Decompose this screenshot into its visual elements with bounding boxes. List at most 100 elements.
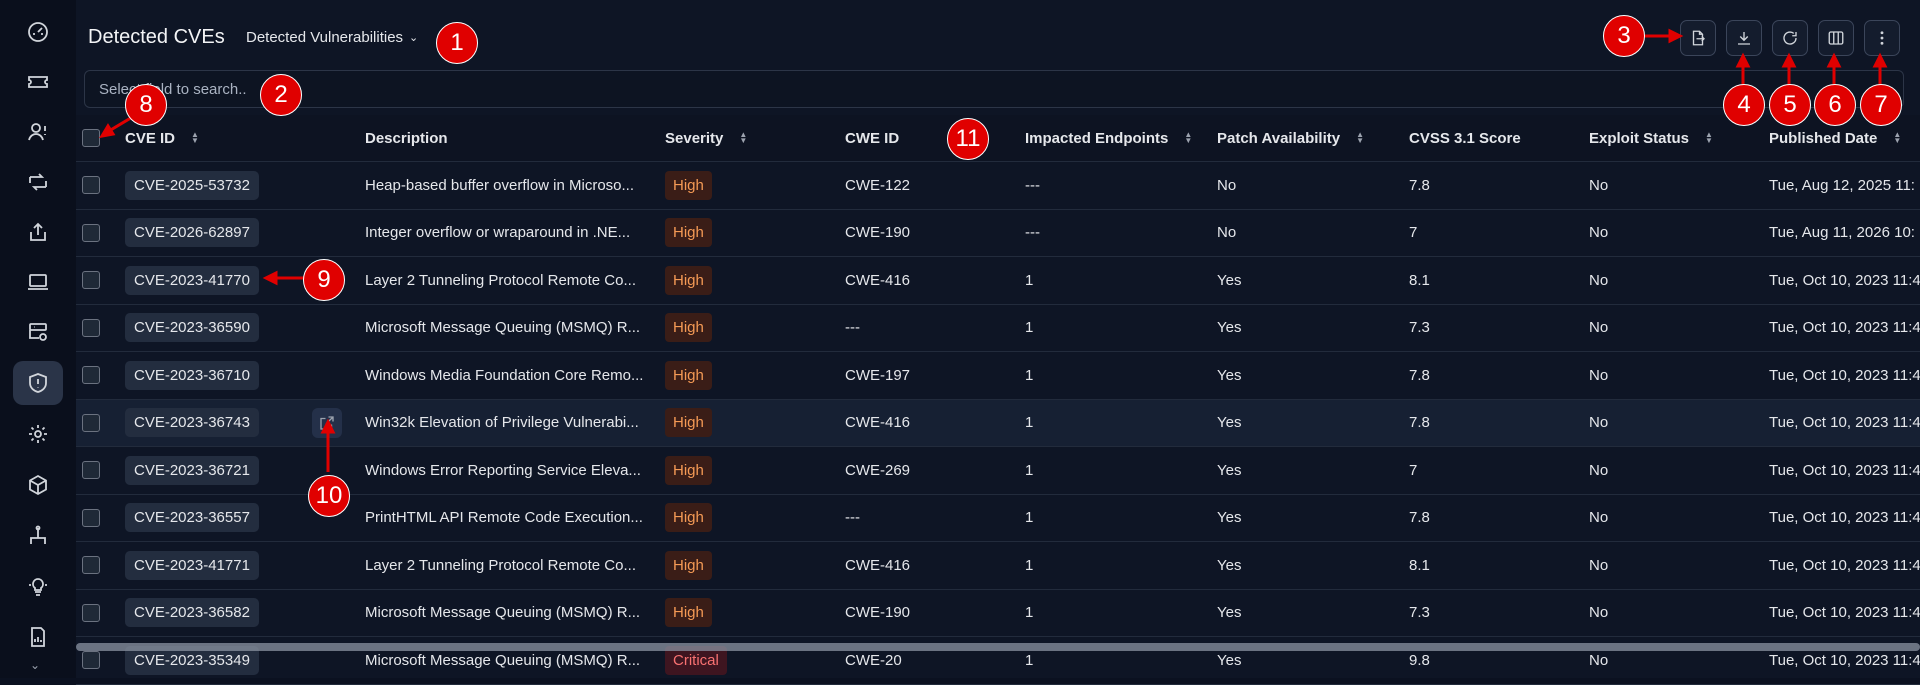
impacted-endpoints-cell: ---: [1025, 210, 1040, 257]
row-checkbox[interactable]: [82, 603, 100, 622]
open-external-icon[interactable]: [312, 407, 342, 438]
patch-availability-cell: Yes: [1217, 590, 1241, 637]
sync-icon[interactable]: [13, 160, 63, 204]
impacted-endpoints-cell-text: 1: [1025, 461, 1034, 479]
exploit-status-cell-text: No: [1589, 224, 1609, 242]
report-icon[interactable]: [13, 615, 63, 659]
row-checkbox-cell[interactable]: [82, 590, 100, 637]
row-checkbox-cell[interactable]: [82, 305, 100, 352]
row-checkbox-cell[interactable]: [82, 400, 100, 447]
database-settings-icon[interactable]: [13, 310, 63, 354]
severity-badge: High: [665, 313, 712, 343]
cve-table: CVE ID ▲ ▼ Description Severity ▲ ▼ CWE ID I…: [76, 115, 1920, 685]
cve-id-chip[interactable]: CVE-2023-36710: [125, 360, 259, 390]
cve-id-chip[interactable]: CVE-2023-36721: [125, 455, 259, 485]
table-row[interactable]: CVE-2023-41770 Layer 2 Tunneling Protocol…: [76, 257, 1920, 305]
download-button[interactable]: [1726, 20, 1762, 56]
download-icon: [1738, 32, 1750, 45]
cube-icon[interactable]: [13, 463, 63, 507]
row-checkbox[interactable]: [82, 508, 100, 527]
refresh-icon: [1783, 31, 1797, 45]
row-checkbox[interactable]: [82, 651, 100, 670]
row-checkbox[interactable]: [82, 461, 100, 480]
cve-id-chip[interactable]: CVE-2023-41770: [125, 265, 259, 295]
patch-availability-cell-text: Yes: [1217, 414, 1242, 432]
row-checkbox-cell[interactable]: [82, 162, 100, 209]
network-tree-icon[interactable]: [13, 514, 63, 558]
sort-icon[interactable]: ▲ ▼: [1184, 131, 1192, 145]
row-checkbox-cell[interactable]: [82, 495, 100, 542]
callout-2: 2: [260, 74, 302, 116]
user-alert-icon[interactable]: [13, 110, 63, 154]
cwe-id-cell: ---: [845, 495, 860, 542]
table-row[interactable]: CVE-2023-36582 Microsoft Message Queuing …: [76, 590, 1920, 637]
lightbulb-icon[interactable]: [13, 565, 63, 609]
ticket-icon[interactable]: [13, 60, 63, 104]
description-cell-text: Layer 2 Tunneling Protocol Remote Co...: [365, 271, 636, 289]
shield-alert-icon[interactable]: [13, 361, 63, 405]
dashboard-icon[interactable]: [13, 10, 63, 54]
cve-id-chip[interactable]: CVE-2023-41771: [125, 550, 259, 580]
col-header-severity[interactable]: Severity ▲ ▼: [665, 115, 747, 161]
col-header-patch-availability[interactable]: Patch Availability ▲ ▼: [1217, 115, 1364, 161]
col-header-cvss-score[interactable]: CVSS 3.1 Score: [1409, 115, 1521, 161]
col-header-cwe-id[interactable]: CWE ID: [845, 115, 899, 161]
sort-icon[interactable]: ▲ ▼: [191, 131, 199, 145]
table-row[interactable]: CVE-2023-36590 Microsoft Message Queuing …: [76, 305, 1920, 352]
horizontal-scrollbar[interactable]: [76, 643, 1920, 651]
callout-3: 3: [1603, 15, 1645, 57]
table-row[interactable]: CVE-2025-53732 Heap-based buffer overflow…: [76, 162, 1920, 210]
severity-cell: High: [665, 305, 712, 352]
sort-icon[interactable]: ▲ ▼: [1893, 131, 1901, 145]
col-header-impacted-endpoints[interactable]: Impacted Endpoints ▲ ▼: [1025, 115, 1192, 161]
sort-icon[interactable]: ▲ ▼: [1705, 131, 1713, 145]
row-checkbox[interactable]: [82, 413, 100, 432]
select-all-checkbox[interactable]: [82, 129, 100, 147]
impacted-endpoints-cell-text: 1: [1025, 604, 1034, 622]
table-row[interactable]: CVE-2023-36710 Windows Media Foundation C…: [76, 352, 1920, 400]
row-checkbox[interactable]: [82, 223, 100, 242]
row-checkbox-cell[interactable]: [82, 257, 100, 304]
refresh-button[interactable]: [1772, 20, 1808, 56]
table-row[interactable]: CVE-2023-41771 Layer 2 Tunneling Protocol…: [76, 542, 1920, 590]
more-options-button[interactable]: [1864, 20, 1900, 56]
patch-availability-cell-text: Yes: [1217, 319, 1242, 337]
row-checkbox[interactable]: [82, 556, 100, 575]
columns-button[interactable]: [1818, 20, 1854, 56]
gear-flower-icon[interactable]: [13, 412, 63, 456]
export-button[interactable]: [1680, 20, 1716, 56]
row-checkbox-cell[interactable]: [82, 210, 100, 257]
row-checkbox[interactable]: [82, 366, 100, 385]
table-row[interactable]: CVE-2026-62897 Integer overflow or wrapar…: [76, 210, 1920, 257]
row-checkbox-cell[interactable]: [82, 352, 100, 399]
view-select-dropdown[interactable]: Detected Vulnerabilities ⌄: [246, 29, 418, 46]
table-row[interactable]: CVE-2023-36557 PrintHTML API Remote Code …: [76, 495, 1920, 542]
upload-icon[interactable]: [13, 210, 63, 254]
col-header-description[interactable]: Description: [365, 115, 448, 161]
exploit-status-cell: No: [1589, 305, 1608, 352]
impacted-endpoints-cell: 1: [1025, 590, 1033, 637]
col-header-exploit-status[interactable]: Exploit Status ▲ ▼: [1589, 115, 1713, 161]
row-checkbox[interactable]: [82, 271, 100, 290]
cve-id-chip[interactable]: CVE-2023-36743: [125, 408, 259, 438]
cve-id-chip[interactable]: CVE-2023-36557: [125, 503, 259, 533]
row-checkbox[interactable]: [82, 176, 100, 195]
sort-icon[interactable]: ▲ ▼: [1356, 131, 1364, 145]
laptop-icon[interactable]: [13, 260, 63, 304]
severity-cell: High: [665, 210, 712, 257]
cve-id-chip[interactable]: CVE-2023-36590: [125, 313, 259, 343]
rail-more-chevron-icon[interactable]: ⌄: [30, 658, 40, 672]
patch-availability-cell: Yes: [1217, 352, 1241, 399]
cve-id-chip[interactable]: CVE-2026-62897: [125, 218, 259, 248]
sort-icon[interactable]: ▲ ▼: [739, 131, 747, 145]
table-row[interactable]: CVE-2023-36721 Windows Error Reporting Se…: [76, 447, 1920, 495]
cve-id-chip[interactable]: CVE-2023-36582: [125, 598, 259, 628]
select-all-checkbox-cell[interactable]: [82, 115, 100, 161]
row-checkbox-cell[interactable]: [82, 447, 100, 494]
cve-id-chip[interactable]: CVE-2025-53732: [125, 170, 259, 200]
row-checkbox[interactable]: [82, 318, 100, 337]
search-input[interactable]: [84, 70, 1904, 108]
row-checkbox-cell[interactable]: [82, 542, 100, 589]
published-date-cell-text: Tue, Oct 10, 2023 11:4: [1769, 461, 1920, 479]
table-row[interactable]: CVE-2023-36743 Win32k Elevation of Privil…: [76, 399, 1920, 447]
